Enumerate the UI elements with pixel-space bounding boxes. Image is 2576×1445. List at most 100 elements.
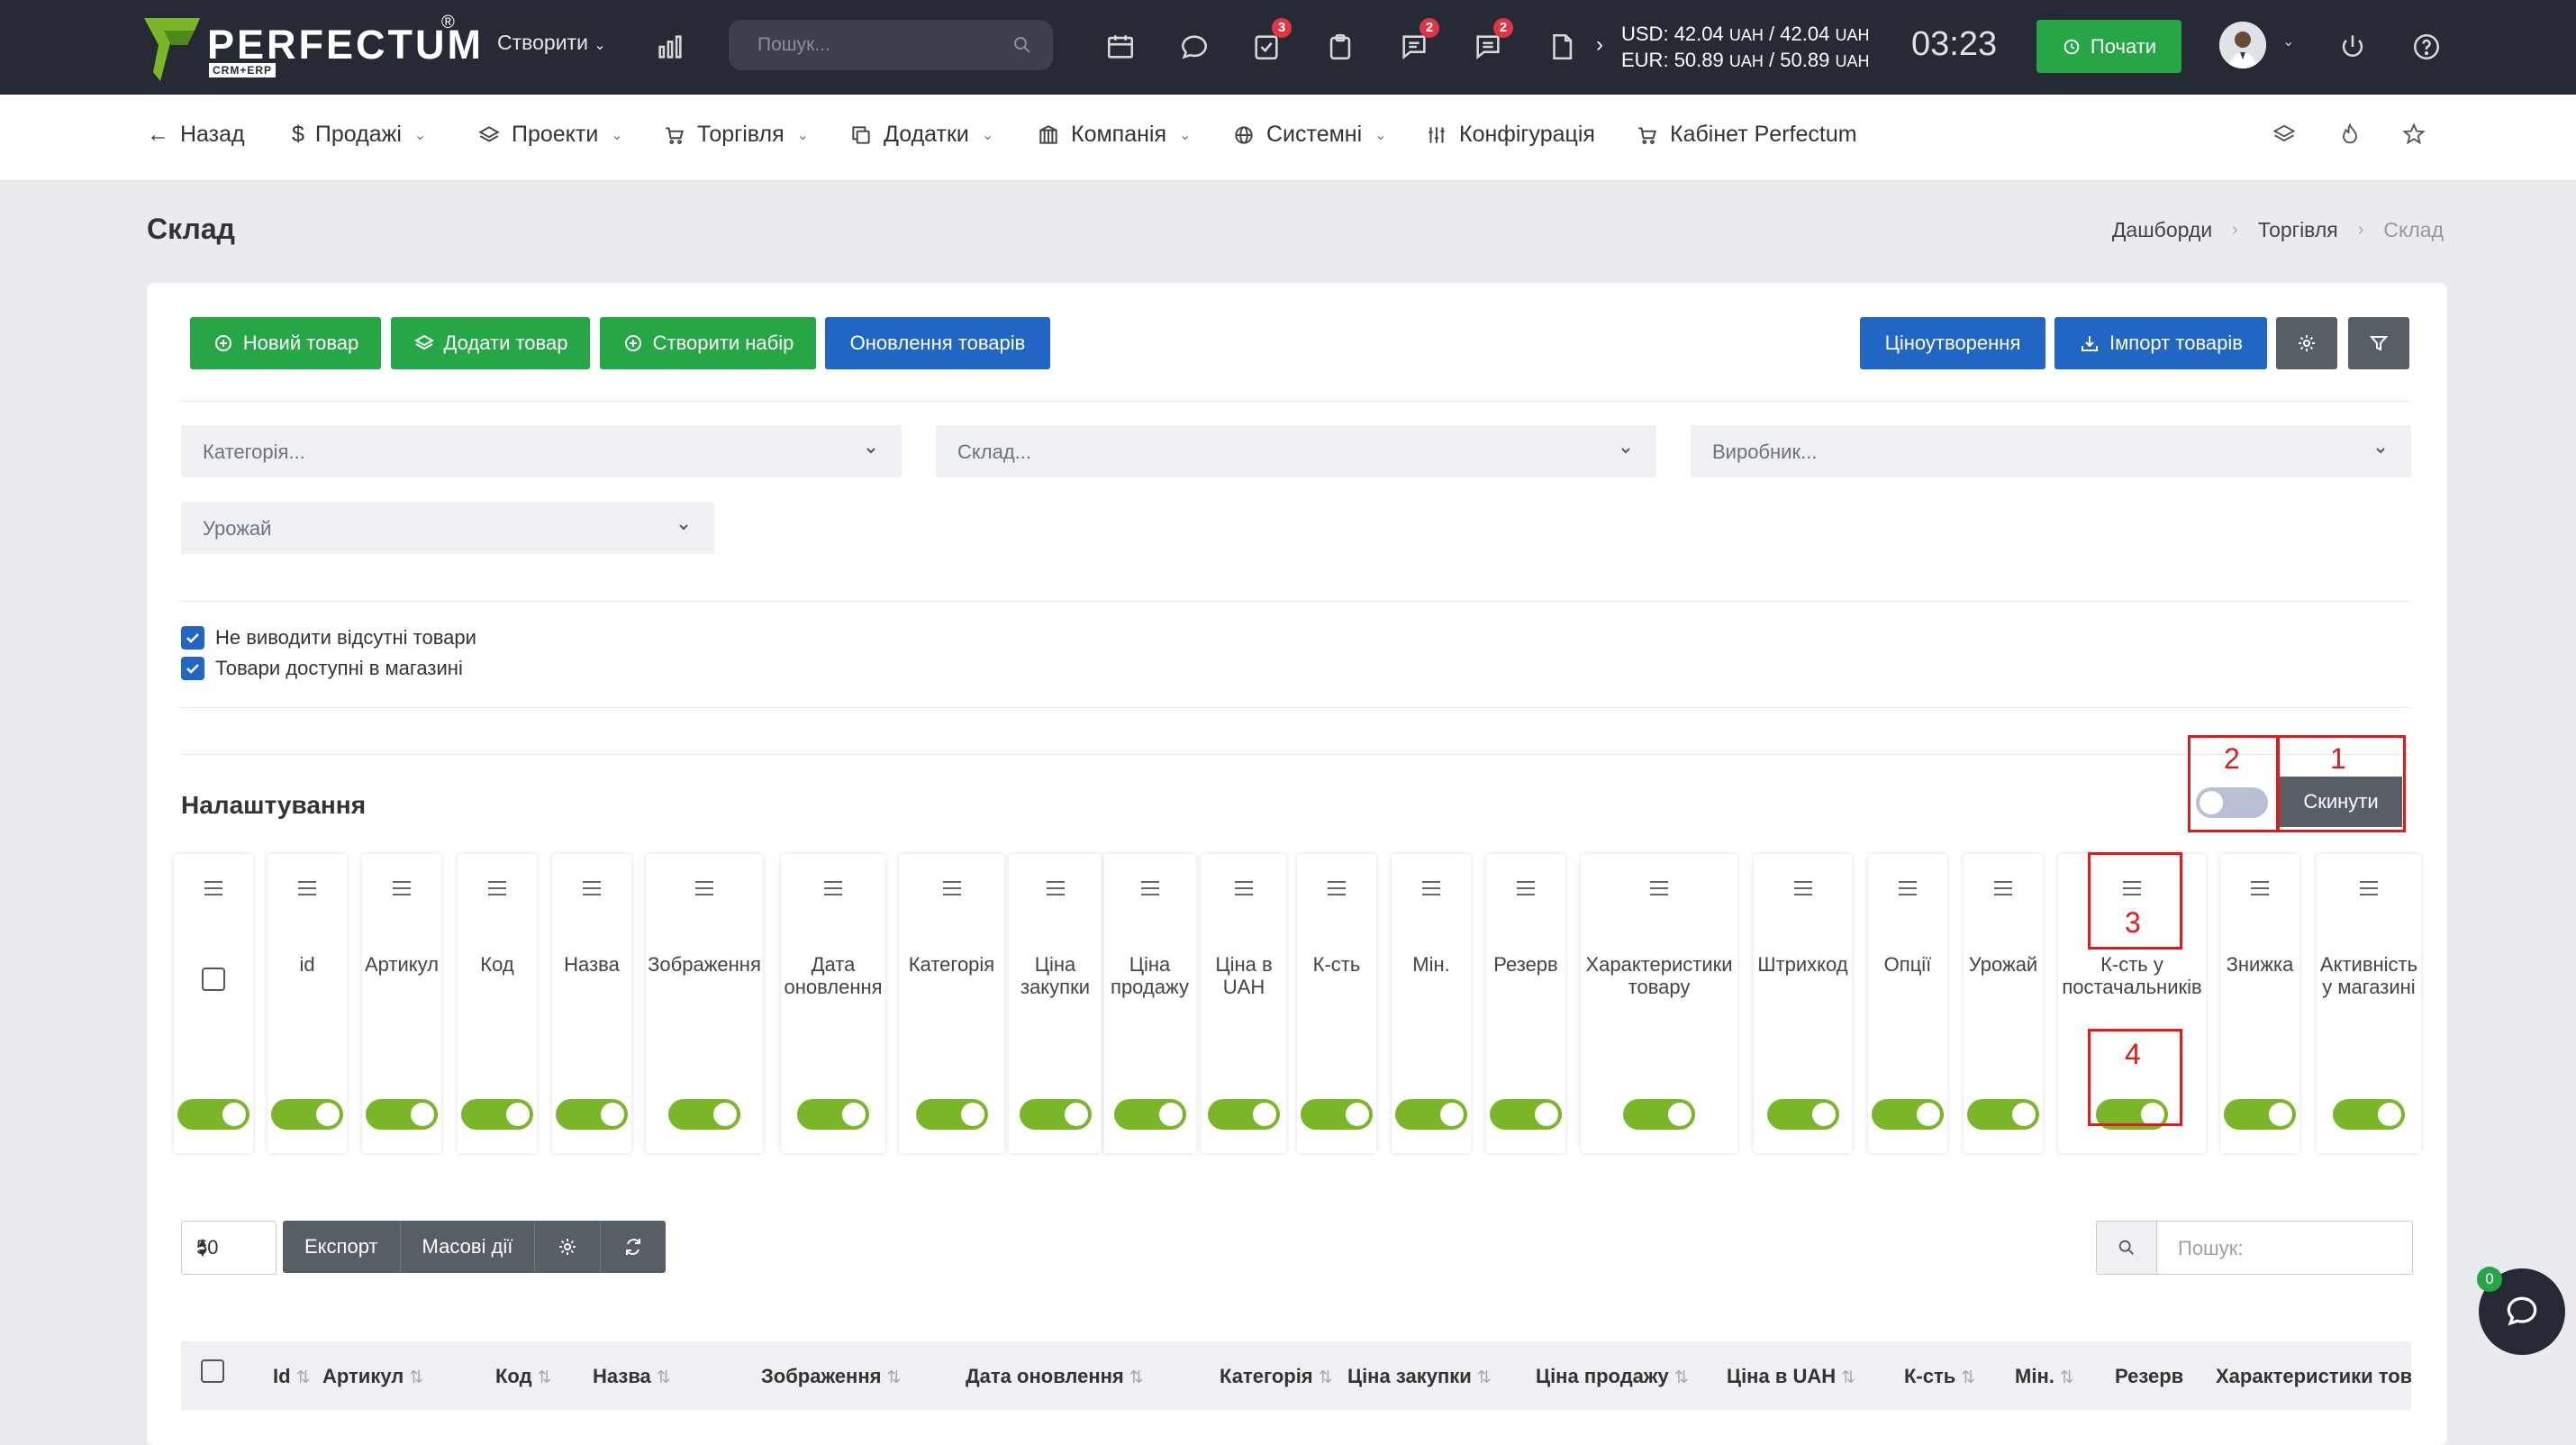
comment-icon[interactable] xyxy=(1175,27,1214,67)
table-column-header[interactable]: Ціна закупки ⇅ xyxy=(1347,1365,1492,1388)
column-visibility-toggle[interactable] xyxy=(797,1099,869,1130)
support-chat-button[interactable]: 0 xyxy=(2477,1267,2565,1355)
manufacturer-select[interactable]: Виробник... xyxy=(1691,425,2411,477)
column-visibility-toggle[interactable] xyxy=(915,1099,988,1130)
chat-icon[interactable]: 2 xyxy=(1468,18,1513,67)
hide-missing-checkbox[interactable]: Не виводити відсутні товари xyxy=(181,626,476,650)
nav-trade[interactable]: Торгівля ⌄ xyxy=(663,122,809,148)
column-setting-card[interactable]: Зображення xyxy=(646,854,763,1153)
chevron-down-icon[interactable]: ⌄ xyxy=(2282,32,2294,50)
column-visibility-toggle[interactable] xyxy=(1623,1099,1695,1130)
reset-button[interactable]: Скинути xyxy=(2280,777,2402,827)
drag-handle-icon[interactable] xyxy=(942,881,961,900)
new-product-button[interactable]: Новий товар xyxy=(190,317,381,369)
nav-system[interactable]: Системні ⌄ xyxy=(1232,122,1387,148)
column-setting-card[interactable]: Урожай xyxy=(1964,854,2043,1153)
drag-handle-icon[interactable] xyxy=(204,881,222,900)
column-visibility-toggle[interactable] xyxy=(1766,1099,1839,1130)
column-setting-card[interactable] xyxy=(174,854,253,1153)
column-visibility-toggle[interactable] xyxy=(556,1099,628,1130)
import-button[interactable]: Імпорт товарів xyxy=(2054,317,2267,369)
checkbox-checked-icon[interactable] xyxy=(181,657,204,680)
star-icon[interactable] xyxy=(2394,114,2434,154)
harvest-select[interactable]: Урожай xyxy=(181,502,714,554)
column-visibility-toggle[interactable] xyxy=(1019,1099,1092,1130)
nav-company[interactable]: Компанія ⌄ xyxy=(1037,122,1191,148)
power-icon[interactable] xyxy=(2333,27,2372,67)
checkbox-checked-icon[interactable] xyxy=(181,626,204,650)
drag-handle-icon[interactable] xyxy=(1235,881,1253,900)
table-column-header[interactable]: Категорія ⇅ xyxy=(1220,1365,1333,1388)
table-column-header[interactable]: Артикул ⇅ xyxy=(322,1365,423,1388)
drag-handle-icon[interactable] xyxy=(488,881,506,900)
calendar-icon[interactable] xyxy=(1101,27,1140,67)
drag-handle-icon[interactable] xyxy=(1994,881,2012,900)
column-setting-card[interactable]: Штрихкод xyxy=(1754,854,1852,1153)
messages-icon[interactable]: 2 xyxy=(1394,18,1439,67)
column-setting-card[interactable]: Знижка xyxy=(2220,854,2299,1153)
filter-button[interactable] xyxy=(2348,317,2409,369)
table-column-header[interactable]: Мін. ⇅ xyxy=(2015,1365,2074,1388)
in-store-checkbox[interactable]: Товари доступні в магазині xyxy=(181,657,463,680)
column-setting-card[interactable]: Код xyxy=(458,854,537,1153)
column-visibility-toggle[interactable] xyxy=(1967,1099,2039,1130)
column-setting-card[interactable]: Ціна в UAH xyxy=(1202,854,1286,1153)
avatar[interactable] xyxy=(2219,22,2266,68)
drag-handle-icon[interactable] xyxy=(1793,881,1812,900)
help-icon[interactable] xyxy=(2407,27,2446,67)
table-column-header[interactable]: Ціна в UAH ⇅ xyxy=(1727,1365,1855,1388)
drag-handle-icon[interactable] xyxy=(824,881,842,900)
column-setting-card[interactable]: Дата оновлення xyxy=(781,854,885,1153)
table-column-header[interactable]: К-сть ⇅ xyxy=(1904,1365,1975,1388)
tasks-icon[interactable]: 3 xyxy=(1247,18,1292,67)
column-visibility-toggle[interactable] xyxy=(366,1099,438,1130)
column-setting-card[interactable]: Категорія xyxy=(899,854,1004,1153)
clipboard-icon[interactable] xyxy=(1320,27,1360,67)
global-search-input[interactable]: Пошук... xyxy=(729,20,1053,70)
drag-handle-icon[interactable] xyxy=(1046,881,1065,900)
table-column-header[interactable]: Резерв xyxy=(2115,1365,2183,1388)
column-visibility-toggle[interactable] xyxy=(1208,1099,1280,1130)
drag-handle-icon[interactable] xyxy=(695,881,713,900)
bulk-actions-button[interactable]: Масові дії xyxy=(401,1221,536,1273)
table-column-header[interactable]: Id ⇅ xyxy=(273,1365,310,1388)
column-visibility-toggle[interactable] xyxy=(461,1099,533,1130)
column-setting-card[interactable]: Резерв xyxy=(1486,854,1565,1153)
column-setting-card[interactable]: Мін. xyxy=(1392,854,1471,1153)
drag-handle-icon[interactable] xyxy=(1650,881,1668,900)
per-page-select[interactable]: 50 ▲ ▼ xyxy=(181,1221,277,1275)
column-visibility-toggle[interactable] xyxy=(1872,1099,1944,1130)
column-setting-card[interactable]: Артикул xyxy=(362,854,441,1153)
drag-handle-icon[interactable] xyxy=(1422,881,1440,900)
table-column-header[interactable]: Назва ⇅ xyxy=(593,1365,671,1388)
warehouse-select[interactable]: Склад... xyxy=(936,425,1656,477)
nav-back[interactable]: ← Назад xyxy=(147,122,245,148)
nav-config[interactable]: Конфігурація xyxy=(1425,122,1595,148)
column-visibility-toggle[interactable] xyxy=(668,1099,740,1130)
stats-icon[interactable] xyxy=(650,27,690,67)
column-visibility-toggle[interactable] xyxy=(1395,1099,1467,1130)
refresh-button[interactable] xyxy=(601,1221,666,1273)
settings-button[interactable] xyxy=(2276,317,2337,369)
column-setting-card[interactable]: К-сть xyxy=(1297,854,1376,1153)
breadcrumb-dashboards[interactable]: Дашборди xyxy=(2112,218,2212,242)
layers-icon[interactable] xyxy=(2264,114,2304,154)
start-button[interactable]: Почати xyxy=(2036,20,2181,73)
table-column-header[interactable]: Зображення ⇅ xyxy=(761,1365,901,1388)
nav-cabinet[interactable]: Кабінет Perfectum xyxy=(1636,122,1857,148)
column-visibility-toggle[interactable] xyxy=(2333,1099,2405,1130)
column-setting-card[interactable]: Ціна закупки xyxy=(1009,854,1102,1153)
drag-handle-icon[interactable] xyxy=(583,881,601,900)
pricing-button[interactable]: Ціноутворення xyxy=(1860,317,2045,369)
create-set-button[interactable]: Створити набір xyxy=(600,317,816,369)
drag-handle-icon[interactable] xyxy=(1328,881,1346,900)
nav-projects[interactable]: Проекти ⌄ xyxy=(477,122,623,148)
column-setting-card[interactable]: Характеристики товару xyxy=(1581,854,1737,1153)
column-visibility-toggle[interactable] xyxy=(1490,1099,1562,1130)
table-column-header[interactable]: Код ⇅ xyxy=(495,1365,551,1388)
breadcrumb-trade[interactable]: Торгівля xyxy=(2258,218,2338,242)
drag-handle-icon[interactable] xyxy=(2251,881,2269,900)
fire-icon[interactable] xyxy=(2330,114,2370,154)
table-search-input[interactable]: Пошук: xyxy=(2096,1221,2413,1275)
update-products-button[interactable]: Оновлення товарів xyxy=(825,317,1050,369)
